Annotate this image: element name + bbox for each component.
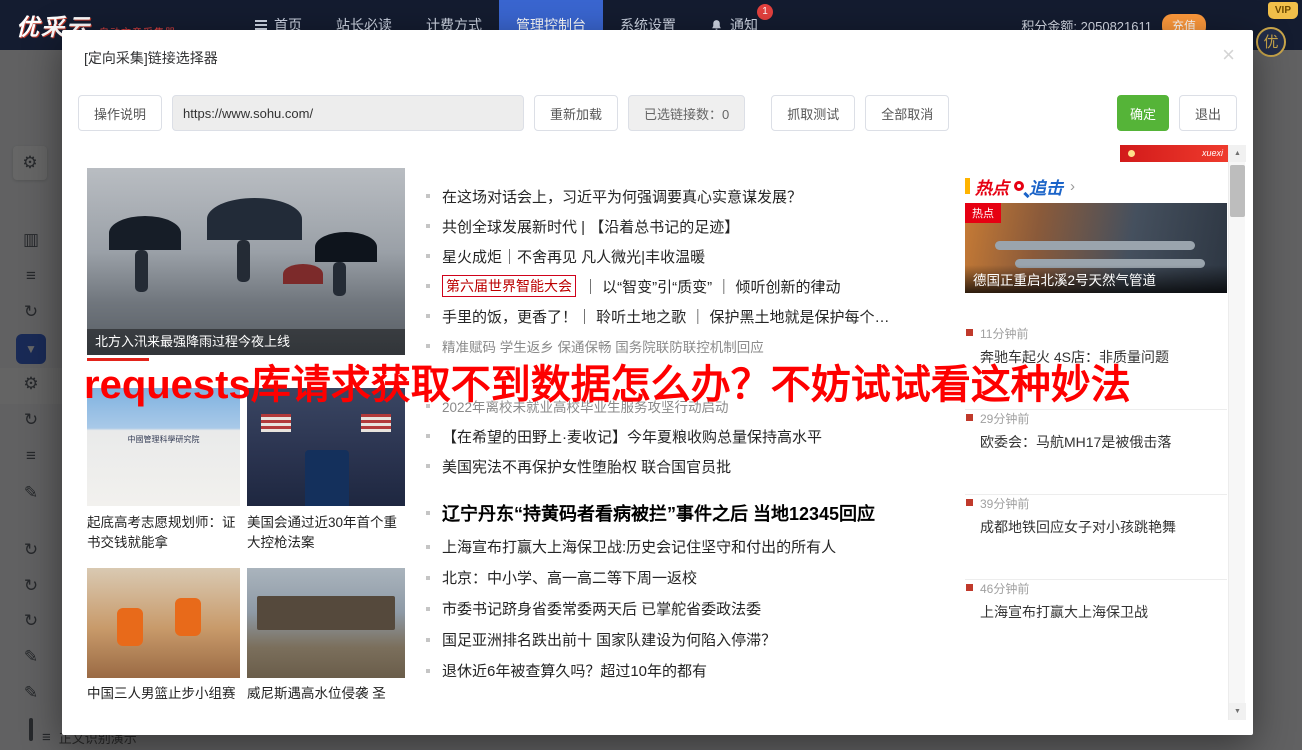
headline[interactable]: 北京：中小学、高一高二等下周一返校 xyxy=(426,562,974,593)
pedestrian-shape xyxy=(237,240,250,282)
bullet xyxy=(426,314,430,318)
scroll-down-arrow[interactable]: ▼ xyxy=(1229,703,1246,720)
pedestrian-shape xyxy=(333,262,346,296)
vertical-scrollbar[interactable]: ▲ ▼ xyxy=(1228,145,1246,720)
bullet xyxy=(426,575,430,580)
umbrella-shape xyxy=(315,232,377,262)
menu-icon xyxy=(255,20,267,30)
vip-badge[interactable]: VIP xyxy=(1267,2,1298,19)
timestamp: 11分钟前 xyxy=(980,327,1029,341)
hot-news-item[interactable]: 46分钟前 上海宣布打赢大上海保卫战 xyxy=(965,580,1227,665)
highlighted-link: 第六届世界智能大会 xyxy=(442,275,576,297)
cancel-all-button[interactable]: 全部取消 xyxy=(865,95,950,131)
hero-news-image[interactable]: 北方入汛来最强降雨过程今夜上线 xyxy=(87,168,405,355)
bullet xyxy=(426,464,430,468)
hot-image-caption: 德国正重启北溪2号天然气管道 xyxy=(965,265,1227,293)
player-shape xyxy=(117,608,143,646)
headline[interactable]: 共创全球发展新时代 | 【沿着总书记的足迹】 xyxy=(426,211,974,241)
headline[interactable]: 在这场对话会上，习近平为何强调要真心实意谋发展？ xyxy=(426,181,974,211)
headline-highlighted[interactable]: 第六届世界智能大会｜ 以“智变”引“质变” ｜ 倾听创新的律动 xyxy=(426,271,974,301)
bullet xyxy=(426,344,430,348)
flag-shape xyxy=(261,414,291,432)
news-thumbnail[interactable] xyxy=(87,568,240,678)
headline[interactable]: 上海宣布打赢大上海保卫战:历史会记住坚守和付出的所有人 xyxy=(426,531,974,562)
reload-button[interactable]: 重新加载 xyxy=(534,95,619,131)
headline[interactable]: 美国宪法不再保护女性堕胎权 联合国官员批 xyxy=(426,451,974,481)
timestamp: 29分钟前 xyxy=(980,412,1030,426)
flag-shape xyxy=(361,414,391,432)
podium-shape xyxy=(305,450,349,506)
bullet-square xyxy=(966,584,973,591)
bullet xyxy=(426,637,430,642)
exit-button[interactable]: 退出 xyxy=(1178,95,1237,131)
headline[interactable]: 退休近6年被查算久吗？超过10年的都有 xyxy=(426,655,974,686)
embedded-webpage: xuexi 北方入汛来最强降雨过程今夜上线 在这场对话会上，习近平为何强调要真心… xyxy=(78,145,1228,720)
bullet xyxy=(426,668,430,673)
notification-badge: 1 xyxy=(757,4,773,20)
red-watermark-text: requests库请求获取不到数据怎么办？不妨试试看这种妙法 xyxy=(84,363,1131,407)
player-shape xyxy=(175,598,201,636)
close-icon[interactable]: × xyxy=(1222,42,1235,68)
bullet-square xyxy=(966,499,973,506)
timestamp: 39分钟前 xyxy=(980,497,1030,511)
yellow-bar-icon xyxy=(965,178,970,194)
hot-tag: 热点 xyxy=(965,203,1001,223)
bullet xyxy=(426,511,430,515)
headline[interactable]: 国足亚洲排名跌出前十 国家队建设为何陷入停滞？ xyxy=(426,624,974,655)
bullet xyxy=(426,284,430,288)
bullet xyxy=(426,224,430,228)
bullet xyxy=(426,434,430,438)
confirm-button[interactable]: 确定 xyxy=(1116,95,1169,131)
bullet-square xyxy=(966,414,973,421)
thumbnail-caption[interactable]: 起底高考志愿规划师：证书交钱就能拿 xyxy=(87,513,240,553)
bullet xyxy=(426,544,430,549)
hot-news-image[interactable]: 热点 德国正重启北溪2号天然气管道 xyxy=(965,203,1227,293)
pedestrian-shape xyxy=(135,250,148,292)
headline[interactable]: 手里的饭，更香了！｜ 聆听土地之歌 ｜ 保护黑土地就是保护每个… xyxy=(426,301,974,331)
timestamp: 46分钟前 xyxy=(980,582,1030,596)
headline-list: 在这场对话会上，习近平为何强调要真心实意谋发展？ 共创全球发展新时代 | 【沿着… xyxy=(426,181,974,686)
umbrella-shape xyxy=(207,198,302,240)
magnifier-icon xyxy=(1014,181,1024,191)
bullet xyxy=(426,606,430,611)
headline[interactable]: 星火成炬｜不舍再见 凡人微光|丰收温暖 xyxy=(426,241,974,271)
banner-decoration xyxy=(1128,150,1135,157)
thumbnail-caption[interactable]: 中国三人男篮止步小组赛 xyxy=(87,684,240,704)
news-thumbnail[interactable] xyxy=(247,568,405,678)
pipeline-shape xyxy=(995,241,1195,250)
building-shape xyxy=(257,596,395,630)
dialog-title: [定向采集]链接选择器 xyxy=(84,50,218,66)
bullet-square xyxy=(966,329,973,336)
url-input[interactable] xyxy=(172,95,525,131)
thumbnail-caption[interactable]: 威尼斯遇高水位侵袭 圣 xyxy=(247,684,405,704)
promo-banner[interactable]: xuexi xyxy=(1120,145,1228,162)
umbrella-shape xyxy=(109,216,181,250)
headline[interactable]: 【在希望的田野上·麦收记】今年夏粮收购总量保持高水平 xyxy=(426,421,974,451)
thumbnail-sign-text: 中國管理科學研究院 xyxy=(127,435,200,444)
bullet xyxy=(426,254,430,258)
corner-logo: 优 xyxy=(1256,27,1286,57)
umbrella-shape xyxy=(283,264,323,284)
hot-news-panel: 热点 追击 › 热点 德国正重启北溪2号天然气管道 11分钟前 奔驰车起火 4S… xyxy=(965,175,1227,620)
hot-news-item[interactable]: 29分钟前 欧委会：马航MH17是被俄击落 xyxy=(965,410,1227,495)
scroll-up-arrow[interactable]: ▲ xyxy=(1229,145,1246,162)
crawl-test-button[interactable]: 抓取测试 xyxy=(771,95,856,131)
hot-panel-header[interactable]: 热点 追击 › xyxy=(965,175,1227,198)
chevron-right-icon[interactable]: › xyxy=(1070,178,1075,195)
selected-links-count: 已选链接数：0 xyxy=(628,95,746,131)
headline[interactable]: 市委书记跻身省委常委两天后 已掌舵省委政法委 xyxy=(426,593,974,624)
scrollbar-thumb[interactable] xyxy=(1230,165,1245,217)
headline[interactable]: 辽宁丹东“持黄码者看病被拦”事件之后 当地12345回应 xyxy=(426,495,974,531)
dialog-toolbar: 操作说明 重新加载 已选链接数：0 抓取测试 全部取消 确定 退出 xyxy=(78,95,1237,131)
thumbnail-caption[interactable]: 美国会通过近30年首个重大控枪法案 xyxy=(247,513,405,553)
instructions-button[interactable]: 操作说明 xyxy=(78,95,163,131)
bullet xyxy=(426,194,430,198)
hot-news-item[interactable]: 39分钟前 成都地铁回应女子对小孩跳艳舞 xyxy=(965,495,1227,580)
